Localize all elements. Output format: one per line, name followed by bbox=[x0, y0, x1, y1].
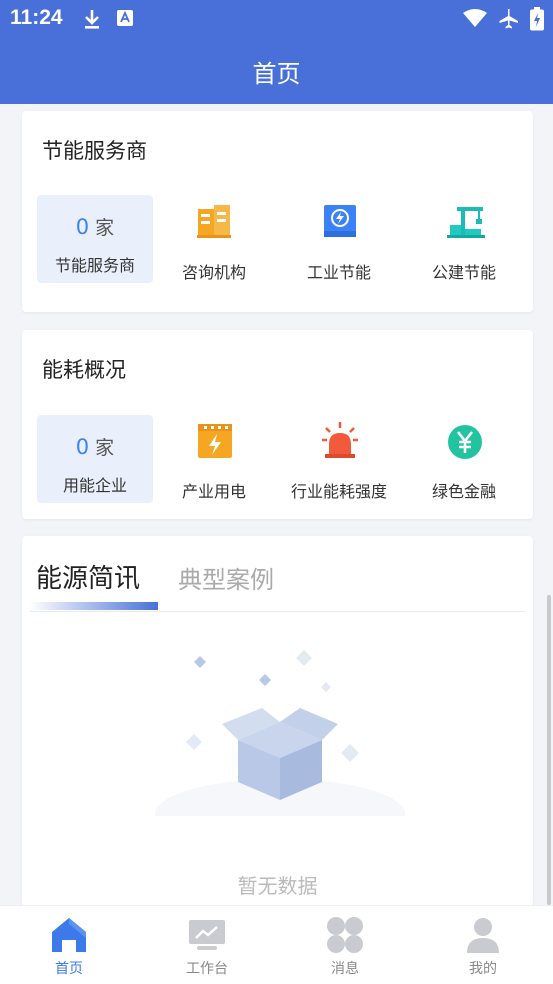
stat-label: 节能服务商 bbox=[54, 256, 135, 275]
public-building-energy-item[interactable]: 公建节能 bbox=[404, 201, 524, 291]
download-icon bbox=[85, 10, 99, 29]
tabs-divider bbox=[30, 611, 525, 612]
page-title: 首页 bbox=[252, 60, 301, 88]
empty-state-text: 暂无数据 bbox=[237, 874, 318, 898]
scrollbar[interactable] bbox=[547, 595, 551, 905]
public-building-crane-icon bbox=[447, 207, 485, 238]
industrial-power-item[interactable]: 产业用电 bbox=[154, 420, 274, 510]
messages-icon bbox=[327, 917, 363, 953]
status-time: 11:24 bbox=[10, 6, 63, 29]
battery-icon bbox=[530, 7, 544, 31]
green-finance-item[interactable]: 绿色金融 bbox=[404, 420, 524, 510]
energy-service-stat[interactable]: 0家 节能服务商 bbox=[37, 195, 153, 283]
grid-label: 行业能耗强度 bbox=[290, 482, 387, 501]
stat-value: 0 bbox=[75, 215, 90, 239]
nav-messages[interactable]: 消息 bbox=[276, 906, 414, 984]
stat-count: 0家 bbox=[37, 433, 153, 460]
airplane-icon bbox=[499, 9, 518, 29]
bottom-nav: 首页 工作台 消息 我的 bbox=[0, 905, 553, 984]
energy-overview-card: 能耗概况 0家 用能企业 产业用电 行业能耗强度 绿色金融 bbox=[22, 330, 533, 519]
stat-unit: 家 bbox=[95, 437, 115, 459]
energy-service-title: 节能服务商 bbox=[42, 139, 147, 163]
app-notification-icon bbox=[117, 10, 133, 26]
stat-value: 0 bbox=[75, 435, 90, 459]
nav-label: 首页 bbox=[55, 961, 83, 977]
energy-service-card: 节能服务商 0家 节能服务商 咨询机构 工业节能 公建节能 bbox=[22, 111, 533, 312]
stat-unit: 家 bbox=[95, 217, 115, 239]
alarm-light-icon bbox=[322, 422, 358, 458]
consulting-building-icon bbox=[197, 205, 231, 238]
grid-label: 产业用电 bbox=[181, 482, 246, 501]
industrial-energy-item[interactable]: 工业节能 bbox=[279, 201, 399, 291]
home-icon bbox=[52, 918, 86, 952]
status-bar: 11:24 bbox=[0, 0, 553, 38]
nav-workbench[interactable]: 工作台 bbox=[138, 906, 276, 984]
yuan-icon bbox=[448, 425, 482, 459]
nav-label: 消息 bbox=[331, 961, 359, 977]
grid-label: 工业节能 bbox=[306, 263, 371, 282]
news-tabs: 能源简讯 典型案例 bbox=[22, 536, 533, 614]
stat-count: 0家 bbox=[37, 213, 153, 240]
stat-label: 用能企业 bbox=[62, 476, 127, 495]
nav-label: 工作台 bbox=[186, 961, 228, 977]
workbench-monitor-icon bbox=[189, 920, 225, 950]
news-card: 能源简讯 典型案例 暂无数据 bbox=[22, 536, 533, 906]
user-icon bbox=[467, 918, 499, 953]
nav-label: 我的 bbox=[469, 961, 497, 977]
grid-label: 绿色金融 bbox=[431, 482, 496, 501]
app-header: 首页 bbox=[0, 38, 553, 104]
grid-label: 咨询机构 bbox=[181, 263, 246, 282]
energy-overview-title: 能耗概况 bbox=[42, 358, 126, 382]
empty-box-illustration bbox=[155, 650, 405, 816]
tab-typical-cases[interactable]: 典型案例 bbox=[178, 560, 274, 595]
nav-home[interactable]: 首页 bbox=[0, 906, 138, 984]
tab-energy-news[interactable]: 能源简讯 bbox=[36, 558, 140, 595]
industrial-energy-icon bbox=[324, 205, 356, 237]
consulting-agency-item[interactable]: 咨询机构 bbox=[154, 201, 274, 291]
wifi-icon bbox=[463, 9, 487, 27]
grid-label: 公建节能 bbox=[431, 263, 496, 282]
power-icon bbox=[198, 424, 232, 458]
nav-profile[interactable]: 我的 bbox=[414, 906, 552, 984]
active-tab-indicator bbox=[30, 602, 158, 610]
energy-overview-stat[interactable]: 0家 用能企业 bbox=[37, 415, 153, 503]
energy-intensity-item[interactable]: 行业能耗强度 bbox=[279, 420, 399, 510]
